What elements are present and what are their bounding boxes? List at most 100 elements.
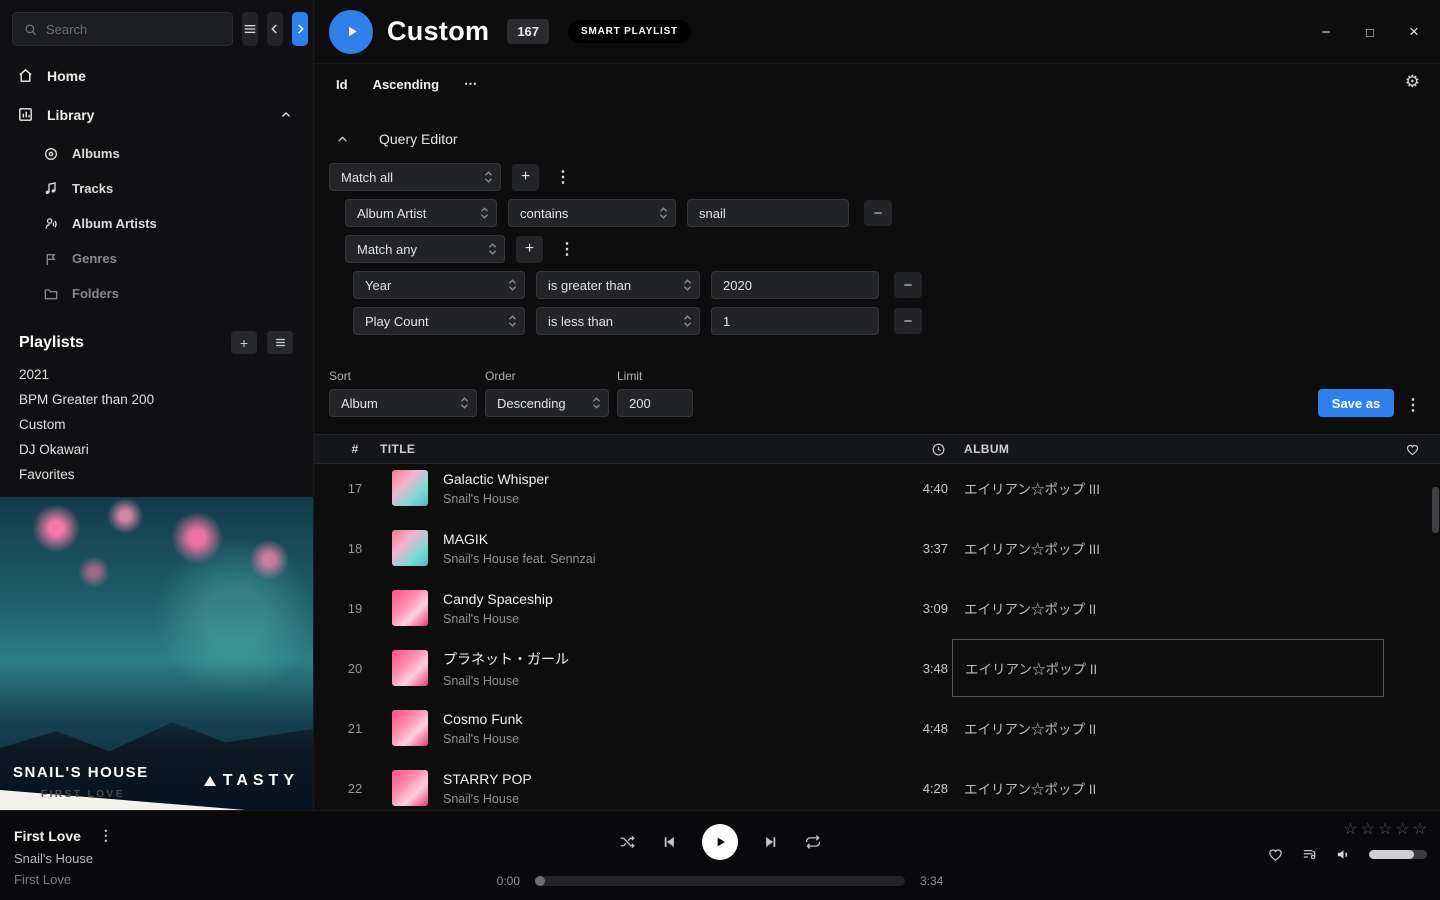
scrollbar-thumb[interactable] bbox=[1432, 487, 1439, 533]
rule-value-input[interactable] bbox=[711, 307, 879, 335]
rule-options-button[interactable]: ⋮ bbox=[550, 167, 576, 187]
playlist-item[interactable]: Custom bbox=[0, 412, 313, 437]
add-rule-button[interactable]: + bbox=[512, 164, 539, 191]
group-match-type-select[interactable]: Match any bbox=[345, 235, 505, 263]
group-options-button[interactable]: ⋮ bbox=[554, 239, 580, 259]
order-select[interactable]: Descending bbox=[485, 389, 609, 417]
sidebar-item-albums[interactable]: Albums bbox=[0, 136, 313, 171]
table-row[interactable]: 21 Cosmo Funk Snail's House 4:48 エイリアン☆ポ… bbox=[330, 698, 1440, 758]
star-icon[interactable]: ☆ bbox=[1413, 822, 1427, 838]
play-playlist-button[interactable] bbox=[329, 10, 373, 54]
forward-button[interactable] bbox=[292, 12, 308, 46]
more-options-button[interactable]: ⋯ bbox=[464, 76, 477, 92]
track-title: Candy Spaceship bbox=[443, 591, 553, 607]
queue-button[interactable] bbox=[1301, 846, 1318, 863]
album-art-label-logo: TASTY bbox=[204, 772, 299, 790]
now-playing-artist[interactable]: Snail's House bbox=[14, 851, 118, 866]
track-table: # TITLE ALBUM bbox=[314, 434, 1440, 819]
title-column-header[interactable]: TITLE bbox=[380, 442, 886, 456]
sidebar-item-tracks[interactable]: Tracks bbox=[0, 171, 313, 206]
remove-rule-button[interactable]: − bbox=[894, 272, 922, 298]
album-cell[interactable]: エイリアン☆ポップ III bbox=[952, 519, 1384, 577]
track-menu-button[interactable]: ⋮ bbox=[94, 827, 118, 844]
track-artist: Snail's House feat. Sennzai bbox=[443, 552, 595, 566]
search-input[interactable] bbox=[46, 22, 222, 37]
playlist-item[interactable]: 2021 bbox=[0, 362, 313, 387]
table-row[interactable]: 22 STARRY POP Snail's House 4:28 エイリアン☆ポ… bbox=[330, 758, 1440, 818]
match-type-select[interactable]: Match all bbox=[329, 163, 501, 191]
volume-slider[interactable] bbox=[1369, 850, 1427, 859]
playlist-item[interactable]: BPM Greater than 200 bbox=[0, 387, 313, 412]
album-cell[interactable]: エイリアン☆ポップ III bbox=[952, 464, 1384, 517]
next-button[interactable] bbox=[762, 833, 780, 851]
rule-field-select[interactable]: Album Artist bbox=[345, 199, 497, 227]
save-as-button[interactable]: Save as bbox=[1318, 389, 1394, 417]
rule-value-input[interactable] bbox=[687, 199, 849, 227]
sidebar-item-album-artists[interactable]: Album Artists bbox=[0, 206, 313, 241]
previous-button[interactable] bbox=[660, 833, 678, 851]
remove-rule-button[interactable]: − bbox=[894, 308, 922, 334]
rule-field-select[interactable]: Year bbox=[353, 271, 525, 299]
now-playing-title[interactable]: First Love bbox=[14, 828, 81, 844]
settings-gear-icon[interactable]: ⚙ bbox=[1405, 72, 1420, 92]
rule-operator-select[interactable]: is less than bbox=[536, 307, 700, 335]
favorite-button[interactable] bbox=[1267, 846, 1284, 863]
volume-button[interactable] bbox=[1335, 846, 1352, 863]
sidebar-item-folders[interactable]: Folders bbox=[0, 276, 313, 311]
minimize-button[interactable]: − bbox=[1304, 12, 1348, 52]
playlist-list-button[interactable] bbox=[267, 331, 293, 354]
star-icon[interactable]: ☆ bbox=[1378, 822, 1392, 838]
sort-field-button[interactable]: Id bbox=[336, 77, 348, 92]
play-pause-button[interactable] bbox=[702, 824, 738, 860]
shuffle-button[interactable] bbox=[618, 833, 636, 851]
limit-group: Limit bbox=[617, 369, 693, 417]
duration-column-header[interactable] bbox=[886, 442, 964, 457]
album-cell[interactable]: エイリアン☆ポップ II bbox=[952, 579, 1384, 637]
table-row[interactable]: 18 MAGIK Snail's House feat. Sennzai 3:3… bbox=[330, 518, 1440, 578]
close-button[interactable]: × bbox=[1392, 12, 1436, 52]
chevron-up-icon[interactable] bbox=[279, 108, 293, 122]
add-playlist-button[interactable]: + bbox=[231, 331, 257, 354]
star-icon[interactable]: ☆ bbox=[1343, 822, 1357, 838]
repeat-button[interactable] bbox=[804, 833, 822, 851]
select-arrows-icon bbox=[683, 314, 692, 328]
collapse-chevron-icon[interactable] bbox=[335, 132, 350, 147]
album-cell[interactable]: エイリアン☆ポップ II bbox=[952, 639, 1384, 697]
maximize-button[interactable]: □ bbox=[1348, 12, 1392, 52]
table-row[interactable]: 20 プラネット・ガール Snail's House 3:48 エイリアン☆ポッ… bbox=[330, 638, 1440, 698]
album-cell[interactable]: エイリアン☆ポップ II bbox=[952, 759, 1384, 817]
seek-slider[interactable] bbox=[535, 876, 905, 886]
sort-select[interactable]: Album bbox=[329, 389, 477, 417]
album-cell[interactable]: エイリアン☆ポップ II bbox=[952, 699, 1384, 757]
table-row[interactable]: 19 Candy Spaceship Snail's House 3:09 エイ… bbox=[330, 578, 1440, 638]
sidebar-item-library[interactable]: Library bbox=[0, 95, 313, 134]
album-column-header[interactable]: ALBUM bbox=[964, 442, 1384, 456]
playlist-item[interactable]: DJ Okawari bbox=[0, 437, 313, 462]
table-row[interactable]: 17 Galactic Whisper Snail's House 4:40 エ… bbox=[330, 464, 1440, 518]
rule-field-select[interactable]: Play Count bbox=[353, 307, 525, 335]
back-button[interactable] bbox=[267, 12, 283, 46]
sidebar-item-genres[interactable]: Genres bbox=[0, 241, 313, 276]
progress-row: 0:00 3:34 bbox=[484, 874, 956, 888]
star-icon[interactable]: ☆ bbox=[1361, 822, 1375, 838]
sort-direction-button[interactable]: Ascending bbox=[373, 77, 439, 92]
playlist-item[interactable]: Favorites bbox=[0, 462, 313, 487]
star-icon[interactable]: ☆ bbox=[1395, 822, 1409, 838]
rule-operator-select[interactable]: is greater than bbox=[536, 271, 700, 299]
rule-value-input[interactable] bbox=[711, 271, 879, 299]
add-group-rule-button[interactable]: + bbox=[516, 236, 543, 263]
now-playing-album-art: SNAIL'S HOUSE FIRST LOVE TASTY bbox=[0, 497, 313, 810]
sidebar-item-home[interactable]: Home bbox=[0, 56, 313, 95]
limit-input[interactable] bbox=[617, 389, 693, 417]
now-playing-album[interactable]: First Love bbox=[14, 872, 118, 887]
rule-operator-select[interactable]: contains bbox=[508, 199, 676, 227]
seek-handle[interactable] bbox=[535, 876, 545, 886]
search-box[interactable] bbox=[12, 12, 233, 46]
remove-rule-button[interactable]: − bbox=[864, 200, 892, 226]
favorite-column-header[interactable] bbox=[1384, 442, 1440, 457]
menu-button[interactable] bbox=[242, 12, 258, 46]
save-options-button[interactable]: ⋮ bbox=[1400, 395, 1426, 415]
index-column-header[interactable]: # bbox=[330, 442, 380, 456]
query-rule-row: Year is greater than − bbox=[353, 271, 1425, 299]
playlist-header: Custom 167 SMART PLAYLIST − □ × bbox=[314, 0, 1440, 64]
